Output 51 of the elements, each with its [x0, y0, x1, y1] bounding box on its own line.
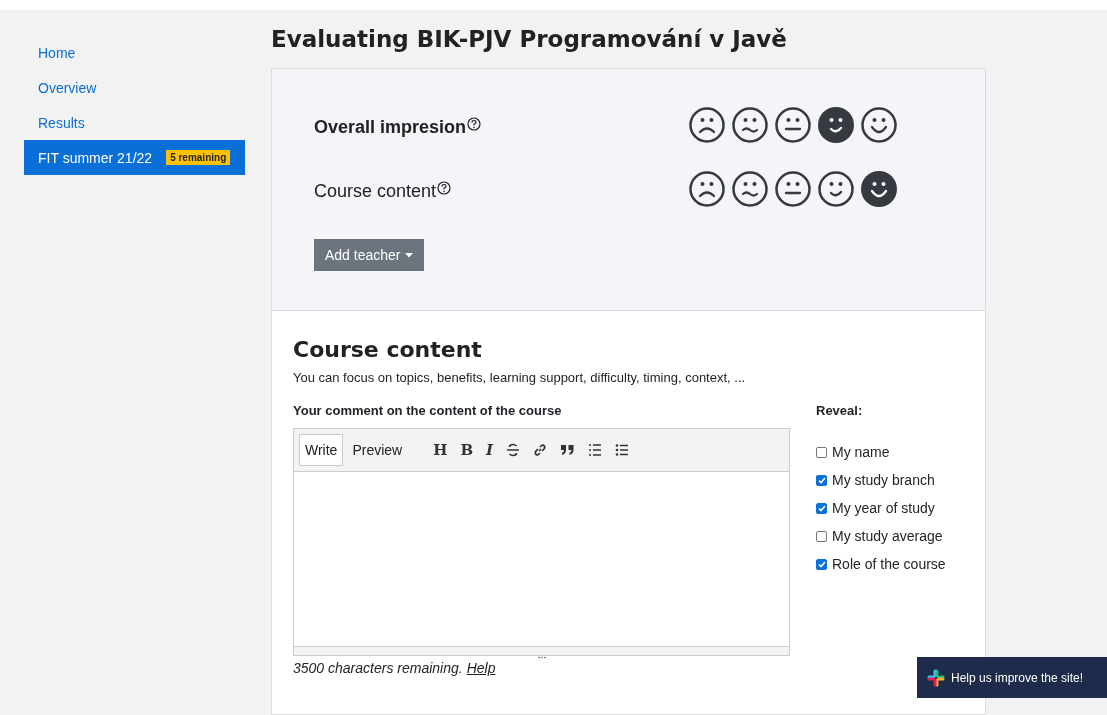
editor-tab[interactable]: Preview: [346, 434, 409, 466]
checkbox-label: My name: [832, 444, 890, 460]
reveal-label: Reveal:: [816, 403, 864, 418]
sidebar-item[interactable]: FIT summer 21/22 5 remaining: [24, 140, 245, 175]
face-icon[interactable]: [775, 107, 811, 143]
face-icon[interactable]: [732, 171, 768, 207]
section-description: You can focus on topics, benefits, learning support, difficulty, timing, context, ...: [293, 370, 747, 385]
resize-grip-icon[interactable]: [538, 656, 546, 659]
comment-label: Your comment on the content of the course: [293, 403, 563, 418]
face-icon[interactable]: [732, 107, 768, 143]
rating-label: Overall impresion: [314, 117, 467, 138]
help-link[interactable]: Help: [466, 660, 496, 676]
format-button[interactable]: H: [428, 437, 453, 463]
face-icon[interactable]: [689, 171, 725, 207]
checkbox-label: Role of the course: [832, 556, 946, 572]
feedback-button[interactable]: Help us improve the site!: [917, 657, 1107, 698]
checkbox[interactable]: [816, 446, 827, 458]
logo-icon: [927, 668, 945, 687]
checkbox-label: My year of study: [832, 500, 935, 516]
quote-icon[interactable]: [560, 443, 576, 457]
checkbox-label: My study branch: [832, 472, 935, 488]
checkbox[interactable]: [816, 474, 827, 486]
strikethrough-icon[interactable]: [506, 443, 521, 457]
checkbox[interactable]: [816, 502, 827, 514]
face-icon[interactable]: [861, 107, 897, 143]
page-title: Evaluating BIK-PJV Programování v Javě: [271, 25, 788, 54]
help-icon[interactable]: [467, 117, 482, 131]
sidebar-item[interactable]: Home: [24, 35, 245, 70]
editor-tab[interactable]: Write: [299, 434, 344, 466]
format-button[interactable]: I: [481, 437, 499, 463]
sidebar-item[interactable]: Results: [24, 105, 245, 140]
sidebar-item[interactable]: Overview: [24, 70, 245, 105]
section-heading: Course content: [293, 337, 483, 362]
format-button[interactable]: B: [455, 437, 479, 463]
numbered-list-icon[interactable]: [588, 443, 603, 457]
face-icon[interactable]: [818, 171, 854, 207]
face-icon[interactable]: [818, 107, 854, 143]
checkbox[interactable]: [816, 558, 827, 570]
caret-icon: [404, 252, 413, 258]
rating-label: Course content: [314, 181, 437, 202]
checkbox-label: My study average: [832, 528, 943, 544]
bullet-list-icon[interactable]: [615, 443, 630, 457]
add-teacher-button[interactable]: Add teacher: [314, 239, 424, 271]
characters-remaining: 3500 characters remaining.: [293, 660, 463, 676]
help-icon[interactable]: [437, 181, 452, 195]
face-icon[interactable]: [861, 171, 897, 207]
checkbox[interactable]: [816, 530, 827, 542]
link-icon[interactable]: [533, 443, 548, 457]
face-icon[interactable]: [689, 107, 725, 143]
face-icon[interactable]: [775, 171, 811, 207]
remaining-badge: 5 remaining: [166, 150, 231, 165]
